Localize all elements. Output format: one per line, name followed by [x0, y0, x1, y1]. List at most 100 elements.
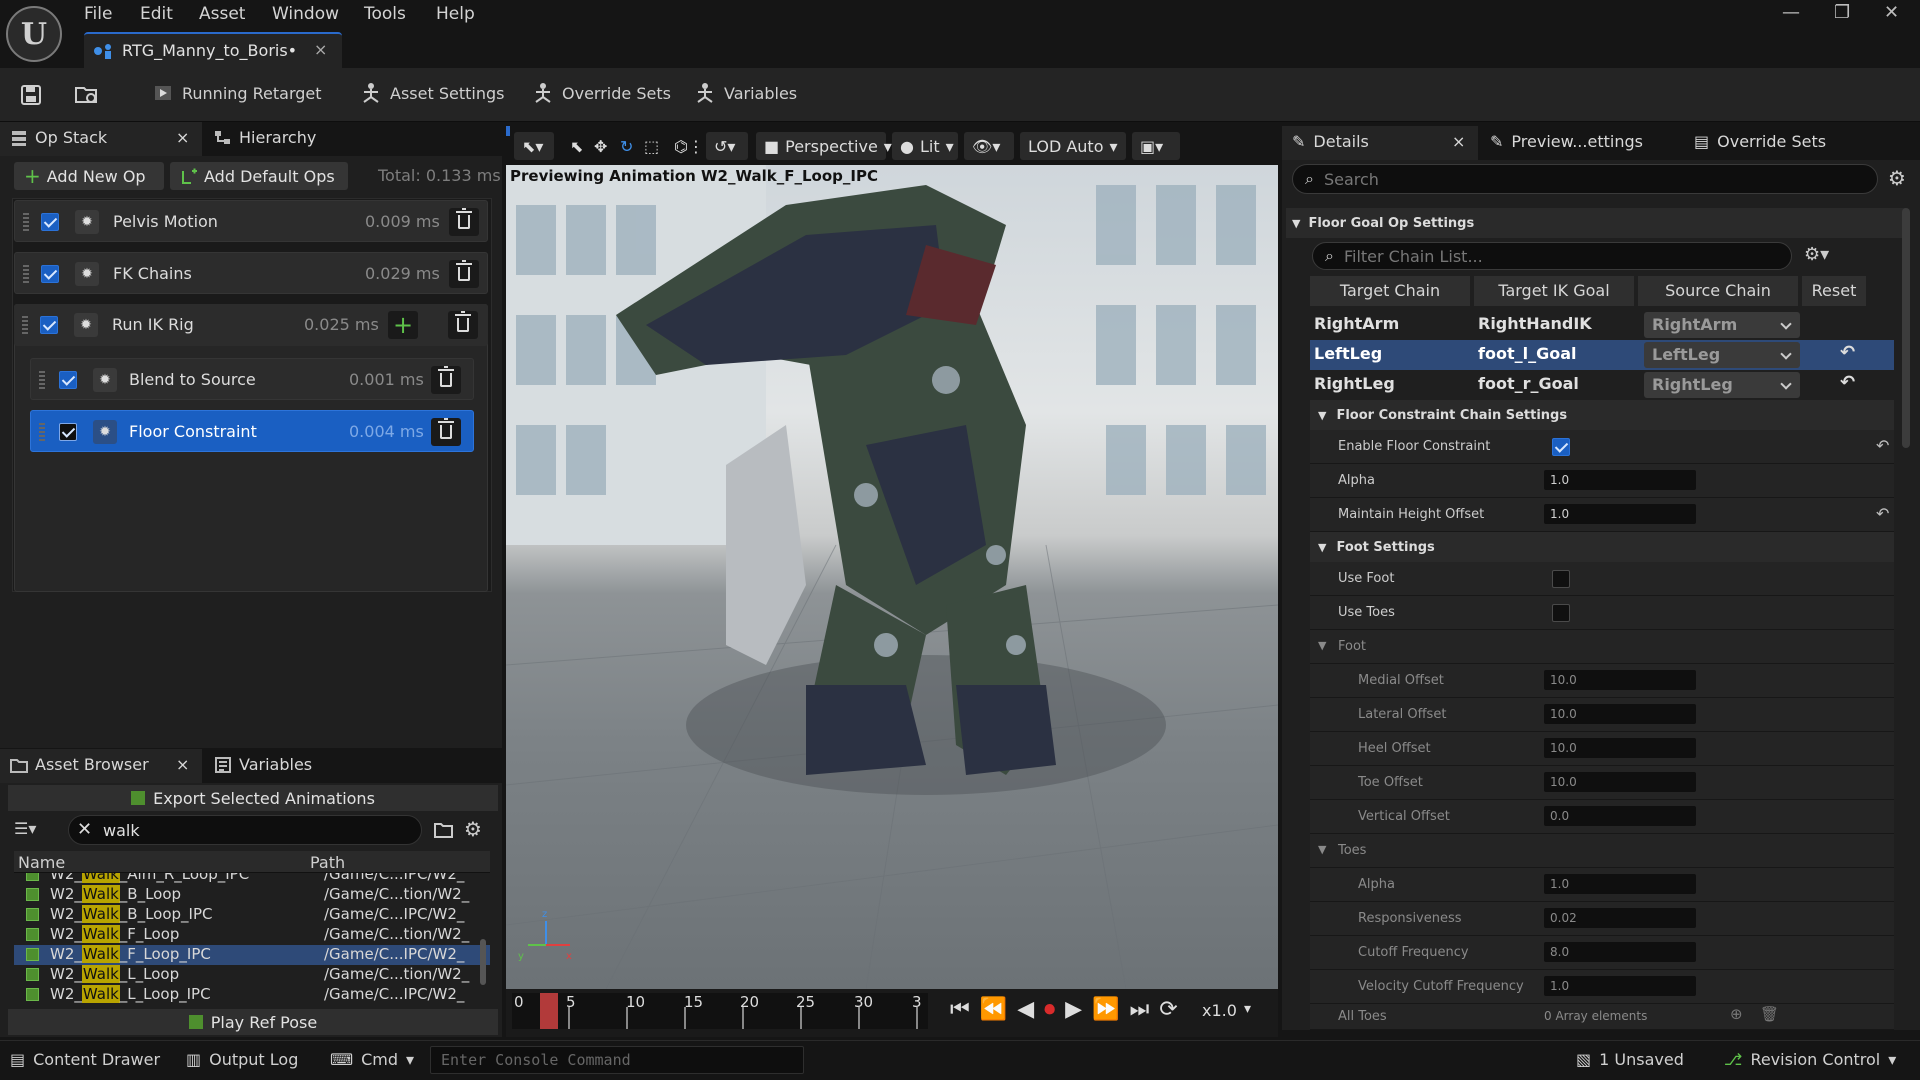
menu-file[interactable]: File: [84, 4, 112, 24]
tab-preview-settings[interactable]: ✎ Preview...ettings: [1490, 132, 1643, 151]
chain-row-leftleg[interactable]: LeftLeg foot_l_Goal LeftLeg ↶: [1310, 340, 1894, 370]
output-log-button[interactable]: ▥ Output Log: [186, 1050, 298, 1069]
details-search-input[interactable]: ⌕ Search: [1292, 164, 1878, 194]
close-details-icon[interactable]: ×: [1452, 132, 1465, 151]
op-enabled-checkbox[interactable]: [59, 423, 77, 441]
show-flags-dropdown[interactable]: 👁▾: [964, 132, 1014, 160]
column-path[interactable]: Path: [310, 853, 345, 872]
op-row-fk-chains[interactable]: ✹ FK Chains 0.029 ms: [14, 252, 488, 294]
play-reverse-icon[interactable]: ◀: [1017, 997, 1034, 1022]
list-item-selected[interactable]: W2_Walk_F_Loop_IPC/Game/C...IPC/W2_: [14, 945, 490, 965]
list-item[interactable]: W2_Walk_B_Loop_IPC/Game/C...IPC/W2_: [14, 905, 490, 925]
menu-edit[interactable]: Edit: [140, 4, 173, 24]
add-default-ops-button[interactable]: Add Default Ops: [170, 162, 348, 190]
record-icon[interactable]: ⏺: [1044, 997, 1055, 1022]
details-scrollbar[interactable]: [1902, 208, 1910, 448]
skip-end-icon[interactable]: ⏭: [1129, 997, 1149, 1022]
drag-handle-icon[interactable]: [39, 371, 45, 389]
maximize-icon[interactable]: ❐: [1834, 2, 1850, 23]
maintain-height-offset-input[interactable]: 1.0: [1544, 504, 1696, 524]
tab-details[interactable]: ✎ Details: [1292, 132, 1369, 151]
floor-constraint-chain-settings-header[interactable]: ▼ Floor Constraint Chain Settings: [1310, 400, 1894, 430]
delete-op-button[interactable]: [431, 418, 461, 446]
op-row-floor-constraint[interactable]: ✹ Floor Constraint 0.004 ms: [30, 410, 474, 452]
step-forward-icon[interactable]: ⏩: [1092, 997, 1119, 1022]
source-chain-dropdown[interactable]: LeftLeg: [1644, 342, 1800, 368]
close-asset-browser-icon[interactable]: ×: [176, 755, 189, 774]
folder-open-icon[interactable]: [434, 821, 454, 839]
foot-settings-header[interactable]: ▼ Foot Settings: [1310, 532, 1894, 562]
lod-dropdown[interactable]: LOD Auto ▾: [1020, 132, 1126, 160]
loop-icon[interactable]: ⟳: [1159, 997, 1177, 1022]
toe-offset-input[interactable]: 10.0: [1544, 772, 1696, 792]
op-enabled-checkbox[interactable]: [59, 371, 77, 389]
foot-group-row[interactable]: ▼ Foot: [1310, 630, 1894, 664]
chain-row-rightleg[interactable]: RightLeg foot_r_Goal RightLeg ↶: [1310, 370, 1894, 400]
list-item[interactable]: W2_Walk_L_Loop/Game/C...tion/W2_: [14, 965, 490, 985]
list-item[interactable]: W2_Walk_F_Loop/Game/C...tion/W2_: [14, 925, 490, 945]
list-item[interactable]: W2_Walk_Aim_R_Loop_IPC/Game/C...IPC/W2_: [14, 873, 490, 885]
clear-search-icon[interactable]: ✕: [77, 819, 92, 840]
asset-list-scrollbar[interactable]: [480, 939, 486, 985]
column-name[interactable]: Name: [18, 853, 65, 872]
close-tab-icon[interactable]: ×: [314, 40, 327, 59]
asset-search-input[interactable]: ✕ walk: [68, 815, 422, 845]
source-chain-dropdown[interactable]: RightLeg: [1644, 372, 1800, 398]
reset-icon[interactable]: ↶: [1840, 342, 1855, 363]
lateral-offset-input[interactable]: 10.0: [1544, 704, 1696, 724]
select-mode-dropdown[interactable]: ⬉▾: [514, 132, 554, 160]
skip-start-icon[interactable]: ⏮: [950, 997, 970, 1022]
floor-goal-op-settings-header[interactable]: ▼ Floor Goal Op Settings: [1286, 208, 1906, 238]
running-retarget-button[interactable]: Running Retarget: [152, 82, 322, 104]
settings-gear-icon[interactable]: ⚙: [464, 817, 482, 841]
viewport[interactable]: Previewing Animation W2_Walk_F_Loop_IPC …: [506, 165, 1278, 989]
drag-handle-icon[interactable]: [23, 213, 29, 231]
heel-offset-input[interactable]: 10.0: [1544, 738, 1696, 758]
delete-op-button[interactable]: [448, 311, 478, 339]
close-op-stack-icon[interactable]: ×: [176, 128, 189, 147]
op-row-blend-to-source[interactable]: ✹ Blend to Source 0.001 ms: [30, 358, 474, 400]
delete-op-button[interactable]: [449, 260, 479, 288]
tab-variables[interactable]: Variables: [214, 755, 312, 774]
translate-tool-icon[interactable]: ✥: [586, 132, 615, 160]
close-window-icon[interactable]: ✕: [1884, 2, 1899, 23]
tab-hierarchy[interactable]: Hierarchy: [214, 128, 316, 147]
vertical-offset-input[interactable]: 0.0: [1544, 806, 1696, 826]
add-element-icon[interactable]: ⊕: [1730, 1005, 1743, 1023]
op-row-pelvis-motion[interactable]: ✹ Pelvis Motion 0.009 ms: [14, 200, 488, 242]
reset-icon[interactable]: ↶: [1876, 436, 1889, 455]
op-enabled-checkbox[interactable]: [41, 213, 59, 231]
timeline[interactable]: 0 5 10 15 20 25 30 3 ⏮ ⏪ ◀ ⏺ ▶ ⏩ ⏭ ⟳ x1.…: [506, 989, 1278, 1037]
list-item[interactable]: W2_Walk_B_Loop/Game/C...tion/W2_: [14, 885, 490, 905]
enable-floor-constraint-checkbox[interactable]: [1552, 438, 1570, 456]
toes-group-row[interactable]: ▼ Toes: [1310, 834, 1894, 868]
scale-tool-icon[interactable]: ⬚: [636, 132, 667, 160]
filter-chain-input[interactable]: ⌕ Filter Chain List...: [1312, 242, 1792, 270]
minimize-icon[interactable]: —: [1782, 2, 1800, 23]
cmd-dropdown[interactable]: ⌨ Cmd ▾: [330, 1050, 414, 1069]
viewport-layout-dropdown[interactable]: ▣▾: [1132, 132, 1180, 160]
unreal-logo-icon[interactable]: U: [6, 6, 62, 62]
add-new-op-button[interactable]: + Add New Op: [14, 162, 164, 190]
console-input[interactable]: Enter Console Command: [430, 1046, 804, 1074]
asset-tab[interactable]: RTG_Manny_to_Boris• ×: [84, 32, 342, 68]
add-child-op-button[interactable]: +: [388, 311, 418, 339]
play-icon[interactable]: ▶: [1065, 997, 1082, 1022]
menu-help[interactable]: Help: [436, 4, 475, 24]
use-foot-checkbox[interactable]: [1552, 570, 1570, 588]
list-item[interactable]: W2_Walk_L_Loop_IPC/Game/C...IPC/W2_: [14, 985, 490, 1003]
export-animations-button[interactable]: Export Selected Animations: [8, 785, 498, 811]
tab-op-stack[interactable]: Op Stack: [10, 128, 107, 147]
unsaved-button[interactable]: ▧ 1 Unsaved: [1576, 1050, 1684, 1069]
delete-elements-icon[interactable]: 🗑: [1760, 1005, 1779, 1023]
cutoff-frequency-input[interactable]: 8.0: [1544, 942, 1696, 962]
play-ref-pose-button[interactable]: Play Ref Pose: [8, 1009, 498, 1035]
save-icon[interactable]: [20, 84, 42, 106]
reset-icon[interactable]: ↶: [1876, 504, 1889, 523]
op-row-run-ik-rig[interactable]: ✹ Run IK Rig 0.025 ms +: [14, 304, 488, 346]
medial-offset-input[interactable]: 10.0: [1544, 670, 1696, 690]
chain-options-gear-icon[interactable]: ⚙▾: [1804, 244, 1829, 265]
content-drawer-button[interactable]: ▤ Content Drawer: [10, 1050, 160, 1069]
tab-asset-browser[interactable]: Asset Browser: [10, 755, 149, 774]
variables-button[interactable]: Variables: [694, 82, 797, 104]
